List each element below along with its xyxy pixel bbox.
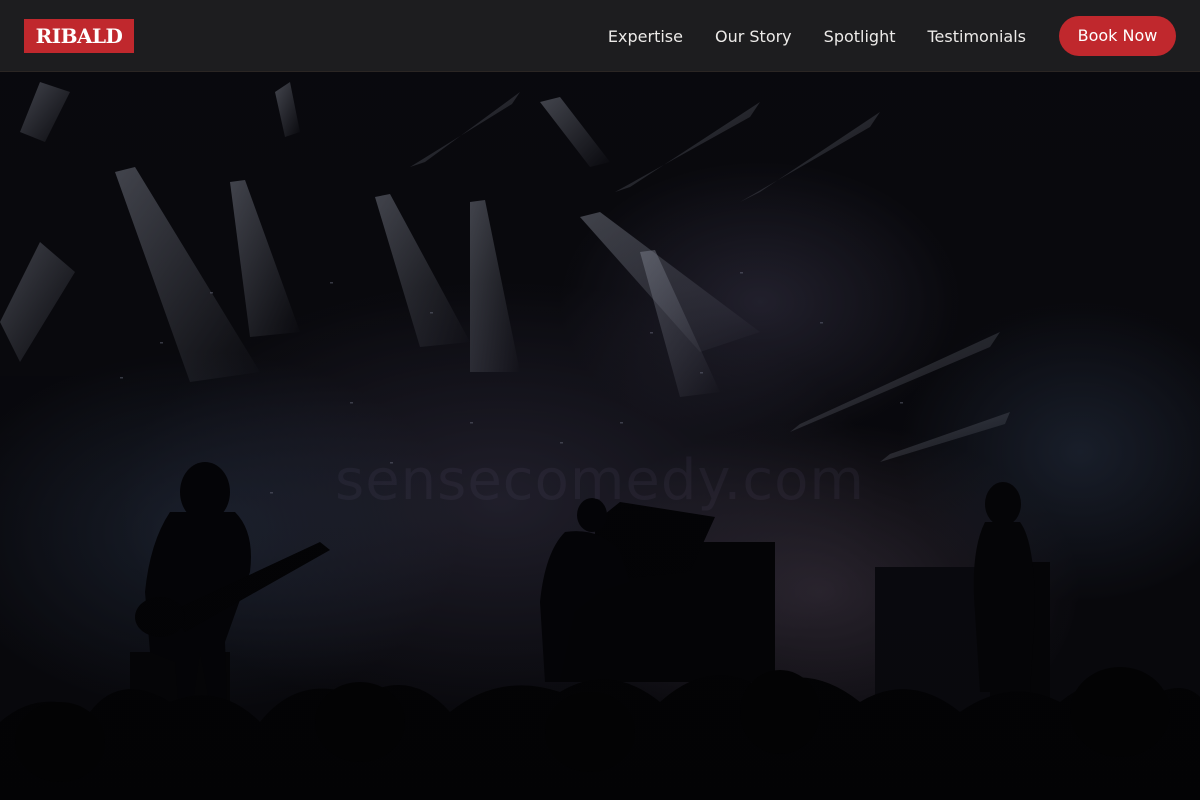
brand-logo[interactable]: RIBALD xyxy=(24,19,134,53)
nav-link-testimonials[interactable]: Testimonials xyxy=(928,27,1027,46)
main-nav: Expertise Our Story Spotlight Testimonia… xyxy=(608,0,1026,72)
top-navbar: RIBALD Expertise Our Story Spotlight Tes… xyxy=(0,0,1200,72)
nav-link-our-story[interactable]: Our Story xyxy=(715,27,792,46)
book-now-button[interactable]: Book Now xyxy=(1059,16,1176,56)
nav-link-expertise[interactable]: Expertise xyxy=(608,27,683,46)
hero-section: sensecomedy.com xyxy=(0,72,1200,800)
concert-stage-image xyxy=(0,72,1200,800)
nav-link-spotlight[interactable]: Spotlight xyxy=(824,27,896,46)
